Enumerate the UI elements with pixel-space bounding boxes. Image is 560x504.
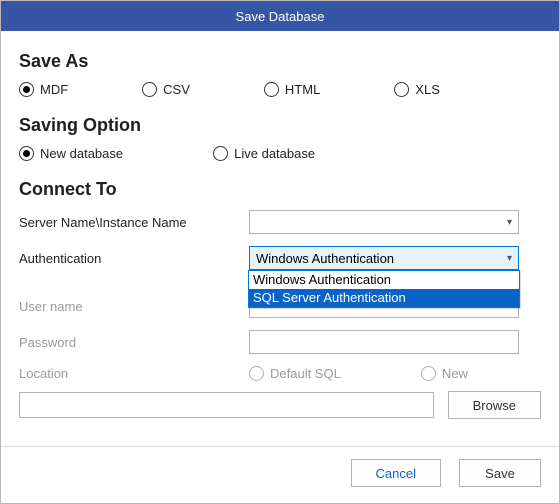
password-label: Password xyxy=(19,335,249,350)
radio-label: Default SQL xyxy=(270,366,341,381)
server-name-combo[interactable]: ▾ xyxy=(249,210,519,234)
location-label: Location xyxy=(19,366,249,381)
option-label: SQL Server Authentication xyxy=(253,290,406,305)
radio-icon xyxy=(394,82,409,97)
radio-csv[interactable]: CSV xyxy=(142,82,190,97)
location-path-input[interactable] xyxy=(19,392,434,418)
connect-to-heading: Connect To xyxy=(19,179,541,200)
radio-location-default[interactable]: Default SQL xyxy=(249,366,341,381)
button-label: Browse xyxy=(473,398,516,413)
radio-mdf[interactable]: MDF xyxy=(19,82,68,97)
button-label: Cancel xyxy=(376,466,416,481)
authentication-label: Authentication xyxy=(19,251,249,266)
radio-label: New database xyxy=(40,146,123,161)
radio-icon xyxy=(421,366,436,381)
radio-label: HTML xyxy=(285,82,320,97)
radio-icon xyxy=(213,146,228,161)
radio-icon xyxy=(19,82,34,97)
radio-icon xyxy=(142,82,157,97)
chevron-down-icon: ▾ xyxy=(507,217,512,228)
authentication-combo[interactable]: Windows Authentication ▾ xyxy=(249,246,519,270)
save-button[interactable]: Save xyxy=(459,459,541,487)
saving-option-group: New database Live database xyxy=(19,146,541,161)
browse-button[interactable]: Browse xyxy=(448,391,541,419)
button-label: Save xyxy=(485,466,515,481)
auth-option-windows[interactable]: Windows Authentication xyxy=(249,271,519,289)
username-label: User name xyxy=(19,299,249,314)
radio-label: XLS xyxy=(415,82,440,97)
authentication-value: Windows Authentication xyxy=(256,251,394,266)
authentication-dropdown: Windows Authentication SQL Server Authen… xyxy=(248,270,520,308)
radio-label: New xyxy=(442,366,468,381)
radio-html[interactable]: HTML xyxy=(264,82,320,97)
option-label: Windows Authentication xyxy=(253,272,391,287)
radio-location-new[interactable]: New xyxy=(421,366,468,381)
title-bar: Save Database xyxy=(1,1,559,31)
radio-icon xyxy=(19,146,34,161)
password-input[interactable] xyxy=(249,330,519,354)
radio-label: CSV xyxy=(163,82,190,97)
radio-label: MDF xyxy=(40,82,68,97)
dialog-body: Save As MDF CSV HTML XLS Saving Option xyxy=(1,31,559,446)
dialog-footer: Cancel Save xyxy=(1,446,559,503)
radio-label: Live database xyxy=(234,146,315,161)
cancel-button[interactable]: Cancel xyxy=(351,459,441,487)
radio-icon xyxy=(264,82,279,97)
dialog-title: Save Database xyxy=(236,9,325,24)
radio-live-database[interactable]: Live database xyxy=(213,146,315,161)
radio-xls[interactable]: XLS xyxy=(394,82,440,97)
saving-option-heading: Saving Option xyxy=(19,115,541,136)
chevron-down-icon: ▾ xyxy=(507,253,512,264)
save-database-dialog: Save Database Save As MDF CSV HTML XLS S… xyxy=(0,0,560,504)
server-name-label: Server Name\Instance Name xyxy=(19,215,249,230)
save-as-heading: Save As xyxy=(19,51,541,72)
radio-new-database[interactable]: New database xyxy=(19,146,123,161)
auth-option-sql[interactable]: SQL Server Authentication xyxy=(249,289,519,307)
radio-icon xyxy=(249,366,264,381)
save-as-group: MDF CSV HTML XLS xyxy=(19,82,541,97)
